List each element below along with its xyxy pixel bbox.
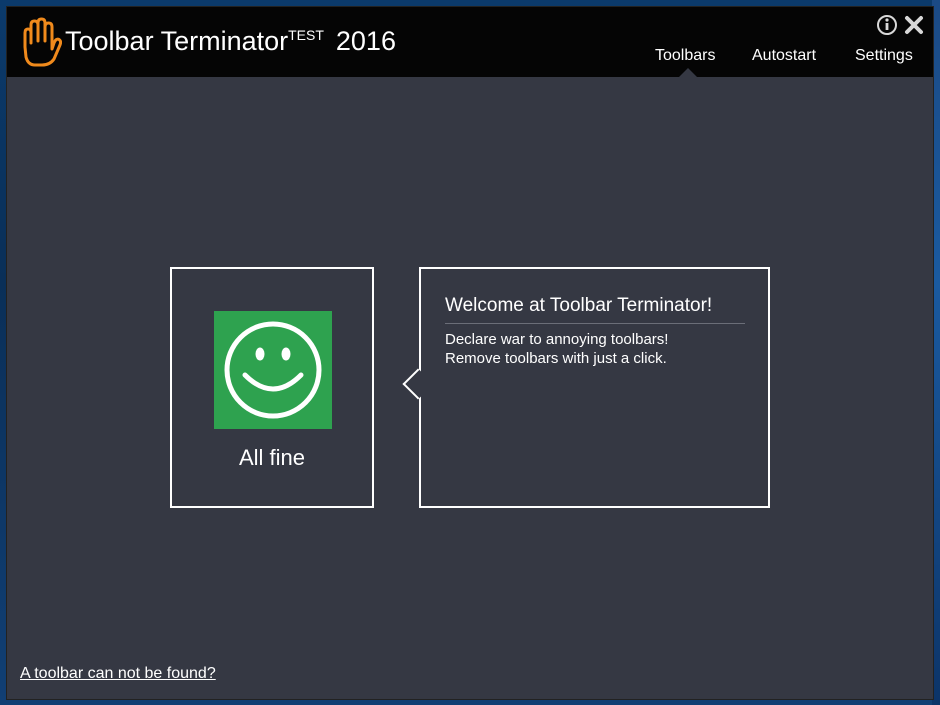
welcome-panel: Welcome at Toolbar Terminator! Declare w…: [402, 267, 770, 508]
active-nav-indicator: [679, 68, 697, 77]
app-window: Toolbar TerminatorTEST 2016 Toolbars Auto…: [7, 7, 933, 699]
title-bar: Toolbar TerminatorTEST 2016 Toolbars Auto…: [7, 7, 933, 77]
toolbar-not-found-link[interactable]: A toolbar can not be found?: [20, 665, 216, 683]
hand-stop-icon: [23, 17, 62, 67]
nav-settings[interactable]: Settings: [855, 47, 913, 65]
welcome-line-1: Declare war to annoying toolbars!: [445, 331, 669, 348]
welcome-line-2: Remove toolbars with just a click.: [445, 350, 667, 367]
nav-autostart[interactable]: Autostart: [752, 47, 816, 65]
app-title-name: Toolbar Terminator: [65, 26, 289, 56]
smiley-icon: [224, 321, 322, 419]
welcome-title: Welcome at Toolbar Terminator!: [445, 295, 713, 316]
status-tile: [214, 311, 332, 429]
nav-toolbars[interactable]: Toolbars: [655, 47, 715, 65]
status-label: All fine: [238, 445, 306, 470]
app-title-year: 2016: [335, 26, 396, 56]
status-panel: All fine: [170, 267, 374, 508]
close-icon[interactable]: [903, 14, 925, 36]
app-title-edition: TEST: [288, 27, 324, 43]
info-icon[interactable]: [876, 14, 898, 36]
app-title: Toolbar TerminatorTEST 2016: [65, 25, 396, 57]
bubble-pointer: [402, 368, 434, 400]
welcome-divider: [445, 323, 745, 324]
desktop-background: [932, 0, 940, 705]
